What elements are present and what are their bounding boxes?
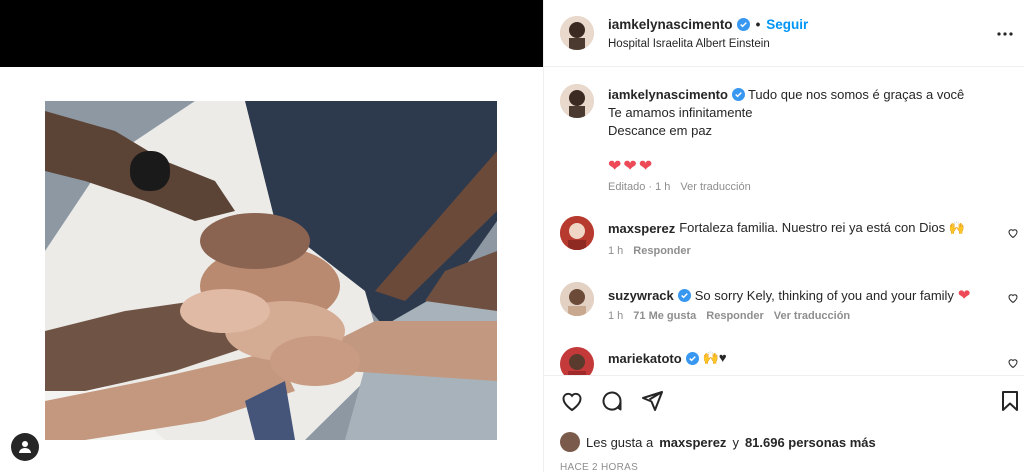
caption-avatar[interactable] — [560, 84, 594, 118]
post-side-panel: iamkelynascimento • Seguir Hospital Isra… — [543, 0, 1024, 472]
separator-dot: • — [755, 17, 761, 32]
comment-text: So sorry Kely, thinking of you and your … — [694, 287, 954, 303]
caption-line-2: Te amamos infinitamente — [608, 105, 753, 120]
comment-time: 1 h — [608, 310, 624, 322]
translate-link[interactable]: Ver traducción — [774, 310, 850, 322]
caption-hearts: ❤❤❤ — [608, 156, 654, 176]
comment-row: suzywrack So sorry Kely, thinking of you… — [608, 286, 971, 304]
verified-badge-icon — [685, 351, 699, 365]
reply-link[interactable]: Responder — [706, 310, 763, 322]
post-actions: Les gusta a maxsperez y 81.696 personas … — [544, 375, 1024, 472]
instagram-post-view: iamkelynascimento • Seguir Hospital Isra… — [0, 0, 1024, 472]
comment-username[interactable]: maxsperez — [608, 221, 675, 236]
like-heart-icon[interactable] — [560, 389, 584, 413]
comment-avatar[interactable] — [560, 347, 594, 375]
comment-like-icon[interactable] — [1007, 227, 1019, 239]
comment-like-icon[interactable] — [1007, 357, 1019, 369]
comment-text: Fortaleza familia. Nuestro rei ya está c… — [679, 220, 965, 235]
account-icon[interactable] — [11, 433, 39, 461]
liker-avatar[interactable] — [560, 432, 580, 452]
comment-row: mariekatoto 🙌♥ — [608, 350, 727, 366]
comments-section: iamkelynascimento Tudo que nos somos é g… — [544, 68, 1024, 375]
comment-like-count[interactable]: 71 Me gusta — [633, 310, 696, 322]
comment-username[interactable]: mariekatoto — [608, 351, 682, 366]
reply-link[interactable]: Responder — [633, 245, 690, 257]
post-timestamp: HACE 2 HORAS — [560, 462, 639, 472]
post-header: iamkelynascimento • Seguir Hospital Isra… — [544, 0, 1024, 67]
media-letterbox-top — [0, 0, 543, 67]
liker-username[interactable]: maxsperez — [659, 435, 726, 450]
verified-badge-icon — [736, 18, 750, 31]
comment-avatar[interactable] — [560, 282, 594, 316]
caption-username[interactable]: iamkelynascimento — [608, 87, 728, 102]
more-options-icon[interactable] — [995, 24, 1015, 44]
caption-edited: Editado · 1 h — [608, 181, 671, 193]
author-avatar[interactable] — [560, 16, 594, 50]
caption-line-1: Tudo que nos somos é graças a você — [747, 87, 965, 102]
likes-count[interactable]: 81.696 personas más — [745, 435, 876, 450]
caption-translate-link[interactable]: Ver traducción — [680, 181, 750, 193]
share-send-icon[interactable] — [640, 389, 664, 413]
comment-like-icon[interactable] — [1007, 292, 1019, 304]
post-photo[interactable] — [45, 101, 497, 440]
comment-time: 1 h — [608, 245, 624, 257]
caption-meta: Editado · 1 h Ver traducción — [608, 181, 751, 193]
comment-bubble-icon[interactable] — [600, 389, 624, 413]
likes-summary: Les gusta a maxsperez y 81.696 personas … — [560, 432, 876, 452]
author-username[interactable]: iamkelynascimento — [608, 17, 733, 32]
comment-meta: 1 h 71 Me gusta Responder Ver traducción — [608, 310, 850, 322]
likes-middle: y — [732, 434, 739, 450]
heart-emoji: ❤ — [957, 287, 971, 304]
post-location[interactable]: Hospital Israelita Albert Einstein — [608, 38, 770, 50]
comment-text: 🙌♥ — [702, 350, 727, 365]
author-line: iamkelynascimento • Seguir — [608, 17, 808, 32]
likes-prefix: Les gusta a — [586, 434, 654, 450]
caption-text: iamkelynascimento Tudo que nos somos é g… — [608, 86, 998, 140]
follow-button[interactable]: Seguir — [766, 17, 808, 32]
comment-row: maxsperez Fortaleza familia. Nuestro rei… — [608, 220, 965, 236]
hearts-emoji: ❤❤❤ — [608, 158, 655, 175]
comment-avatar[interactable] — [560, 216, 594, 250]
caption-line-3: Descance em paz — [608, 123, 713, 138]
comment-meta: 1 h Responder — [608, 245, 691, 257]
verified-badge-icon — [677, 288, 691, 302]
verified-badge-icon — [731, 88, 745, 101]
save-bookmark-icon[interactable] — [998, 389, 1022, 413]
media-column — [0, 0, 543, 472]
comment-username[interactable]: suzywrack — [608, 288, 674, 303]
